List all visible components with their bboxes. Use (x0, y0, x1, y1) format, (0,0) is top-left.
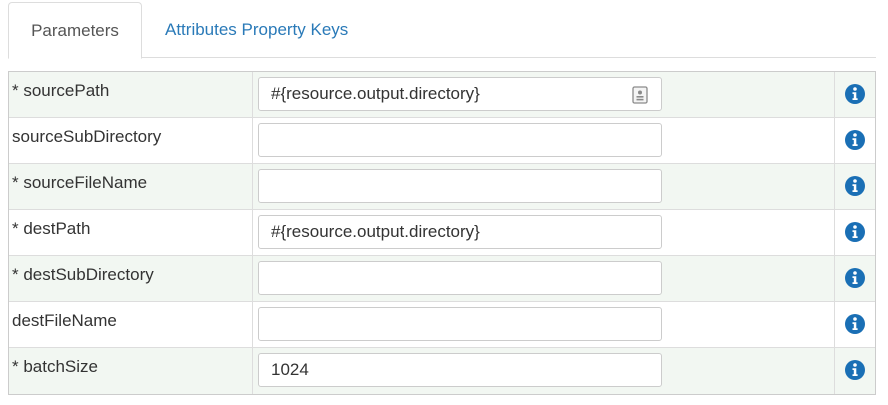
dest-sub-directory-input[interactable] (258, 261, 662, 295)
source-sub-directory-input[interactable] (258, 123, 662, 157)
param-value-cell (253, 118, 835, 163)
table-row: * destSubDirectory (9, 256, 875, 302)
table-row: destFileName (9, 302, 875, 348)
info-cell (835, 72, 875, 117)
info-icon[interactable] (845, 176, 865, 196)
info-icon[interactable] (845, 268, 865, 288)
info-icon[interactable] (845, 360, 865, 380)
batch-size-input[interactable] (258, 353, 662, 387)
source-path-input[interactable] (258, 77, 662, 111)
table-row: * batchSize (9, 348, 875, 394)
tab-bar: Parameters Attributes Property Keys (8, 2, 876, 59)
info-icon[interactable] (845, 130, 865, 150)
param-value-cell (253, 210, 835, 255)
param-value-cell (253, 256, 835, 301)
param-label-dest-path: * destPath (9, 210, 253, 255)
param-label-source-file-name: * sourceFileName (9, 164, 253, 209)
table-row: * sourceFileName (9, 164, 875, 210)
tab-parameters[interactable]: Parameters (8, 2, 142, 59)
param-value-cell (253, 302, 835, 347)
table-row: * sourcePath (9, 72, 875, 118)
tab-attributes-property-keys[interactable]: Attributes Property Keys (153, 2, 360, 58)
info-cell (835, 302, 875, 347)
info-cell (835, 348, 875, 394)
parameters-table: * sourcePath sourceSubDirectory (8, 71, 876, 395)
contact-card-icon[interactable] (632, 86, 648, 104)
param-label-batch-size: * batchSize (9, 348, 253, 394)
dest-path-input[interactable] (258, 215, 662, 249)
info-cell (835, 164, 875, 209)
table-row: * destPath (9, 210, 875, 256)
param-label-dest-file-name: destFileName (9, 302, 253, 347)
info-cell (835, 256, 875, 301)
param-value-cell (253, 164, 835, 209)
param-label-source-path: * sourcePath (9, 72, 253, 117)
info-icon[interactable] (845, 84, 865, 104)
source-file-name-input[interactable] (258, 169, 662, 203)
info-icon[interactable] (845, 314, 865, 334)
info-cell (835, 210, 875, 255)
param-label-dest-sub-directory: * destSubDirectory (9, 256, 253, 301)
parameters-panel: Parameters Attributes Property Keys * so… (0, 0, 888, 405)
param-value-cell (253, 348, 835, 394)
param-value-cell (253, 72, 835, 117)
param-label-source-sub-directory: sourceSubDirectory (9, 118, 253, 163)
table-row: sourceSubDirectory (9, 118, 875, 164)
info-icon[interactable] (845, 222, 865, 242)
info-cell (835, 118, 875, 163)
dest-file-name-input[interactable] (258, 307, 662, 341)
